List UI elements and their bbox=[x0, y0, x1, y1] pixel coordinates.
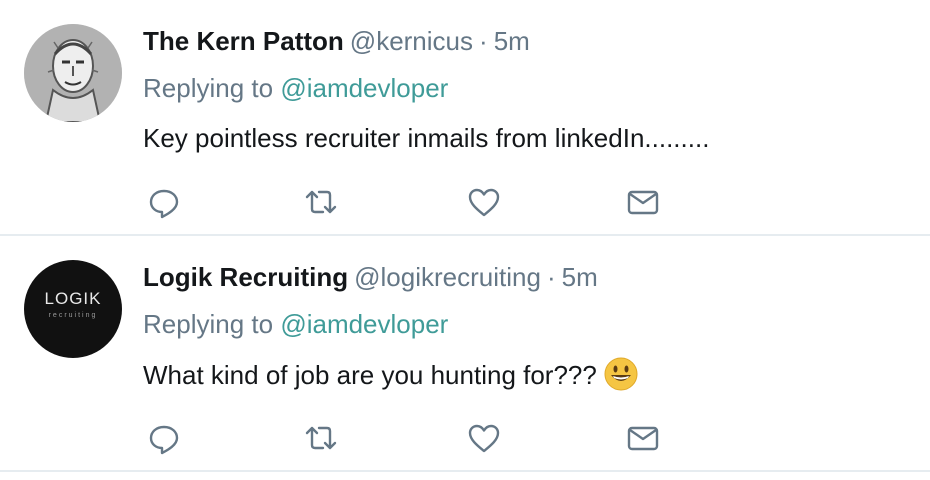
direct-message-icon bbox=[627, 426, 659, 451]
replying-to: Replying to @iamdevloper bbox=[143, 307, 448, 341]
tweet[interactable]: The Kern Patton @kernicus · 5m Replying to … bbox=[0, 0, 930, 236]
direct-message-button[interactable] bbox=[625, 420, 661, 456]
retweet-icon bbox=[305, 426, 337, 450]
like-icon bbox=[468, 188, 500, 217]
reply-icon bbox=[149, 189, 179, 219]
separator: · bbox=[546, 262, 556, 292]
reply-button[interactable] bbox=[146, 184, 182, 220]
display-name[interactable]: The Kern Patton bbox=[143, 26, 344, 56]
retweet-icon bbox=[305, 190, 337, 214]
tweet-actions bbox=[0, 420, 930, 456]
grinning-face-emoji bbox=[603, 356, 639, 392]
tweet[interactable]: LOGIK recruiting Logik Recruiting @logikr… bbox=[0, 236, 930, 472]
retweet-button[interactable] bbox=[303, 184, 339, 220]
user-handle[interactable]: @logikrecruiting bbox=[354, 262, 541, 292]
like-button[interactable] bbox=[466, 184, 502, 220]
tweet-header: The Kern Patton @kernicus · 5m bbox=[143, 24, 530, 58]
timestamp[interactable]: 5m bbox=[494, 26, 530, 56]
mention-link[interactable]: @iamdevloper bbox=[280, 309, 448, 339]
replying-prefix: Replying to bbox=[143, 73, 274, 103]
tweet-header: Logik Recruiting @logikrecruiting · 5m bbox=[143, 260, 598, 294]
replying-prefix: Replying to bbox=[143, 309, 274, 339]
direct-message-icon bbox=[627, 190, 659, 215]
timestamp[interactable]: 5m bbox=[562, 262, 598, 292]
logik-logo-avatar: LOGIK recruiting bbox=[24, 260, 122, 358]
reply-thread: The Kern Patton @kernicus · 5m Replying to … bbox=[0, 0, 930, 480]
mention-link[interactable]: @iamdevloper bbox=[280, 73, 448, 103]
retweet-button[interactable] bbox=[303, 420, 339, 456]
like-icon bbox=[468, 424, 500, 453]
separator: · bbox=[479, 26, 488, 56]
tweet-text-container: What kind of job are you hunting for??? bbox=[143, 356, 639, 392]
tweet-text: What kind of job are you hunting for??? bbox=[143, 360, 597, 390]
reply-icon bbox=[149, 425, 179, 455]
replying-to: Replying to @iamdevloper bbox=[143, 71, 448, 105]
like-button[interactable] bbox=[466, 420, 502, 456]
reply-button[interactable] bbox=[146, 420, 182, 456]
user-handle[interactable]: @kernicus bbox=[350, 26, 473, 56]
sketch-portrait-avatar bbox=[24, 24, 122, 122]
avatar[interactable] bbox=[24, 24, 122, 122]
logo-text: LOGIK bbox=[45, 289, 102, 308]
tweet-text: Key pointless recruiter inmails from lin… bbox=[143, 123, 710, 153]
tweet-actions bbox=[0, 184, 930, 220]
display-name[interactable]: Logik Recruiting bbox=[143, 262, 348, 292]
logo-subtext: recruiting bbox=[49, 312, 98, 319]
direct-message-button[interactable] bbox=[625, 184, 661, 220]
avatar[interactable]: LOGIK recruiting bbox=[24, 260, 122, 358]
